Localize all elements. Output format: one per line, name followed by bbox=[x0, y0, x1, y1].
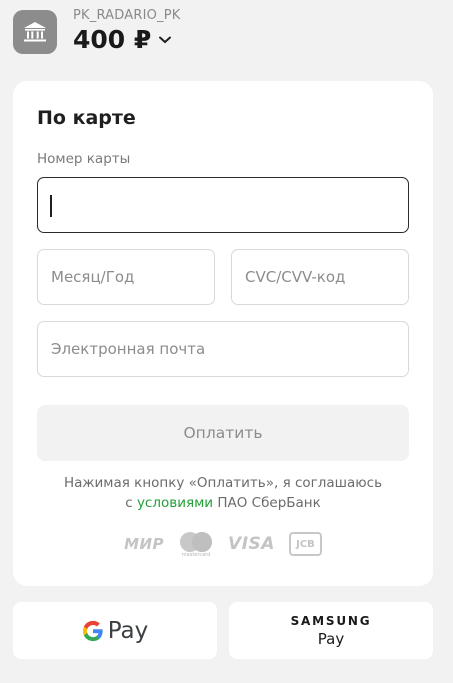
jcb-logo-icon: JCB bbox=[288, 532, 322, 556]
pay-button[interactable]: Оплатить bbox=[37, 405, 409, 461]
mastercard-logo-icon: mastercard bbox=[178, 531, 214, 558]
google-g-icon bbox=[82, 620, 104, 642]
terms-link[interactable]: условиями bbox=[137, 495, 213, 511]
expiry-input[interactable] bbox=[37, 249, 215, 305]
bank-icon bbox=[13, 10, 57, 54]
terms-suffix: ПАО СберБанк bbox=[217, 495, 321, 511]
amount-selector[interactable]: 400 ₽ bbox=[73, 25, 173, 54]
terms-line-1: Нажимая кнопку «Оплатить», я соглашаюсь bbox=[63, 475, 383, 491]
terms-line-2: с условиями ПАО СберБанк bbox=[37, 493, 409, 513]
form-title: По карте bbox=[37, 107, 136, 129]
samsung-brand-label: SAMSUNG bbox=[290, 613, 372, 628]
chevron-down-icon[interactable] bbox=[159, 33, 173, 47]
card-brands: МИР mastercard VISA JCB bbox=[13, 529, 433, 559]
card-payment-form: По карте Номер карты Оплатить Нажимая кн… bbox=[13, 81, 433, 586]
card-number-input[interactable] bbox=[37, 177, 409, 233]
merchant-header: PK_RADARIO_PK 400 ₽ bbox=[13, 8, 443, 58]
merchant-name: PK_RADARIO_PK bbox=[73, 8, 181, 23]
card-number-label: Номер карты bbox=[37, 151, 131, 167]
google-pay-label: Pay bbox=[107, 617, 149, 644]
cvc-input[interactable] bbox=[231, 249, 409, 305]
samsung-pay-button[interactable]: SAMSUNG Pay bbox=[229, 602, 433, 659]
payment-amount: 400 ₽ bbox=[73, 25, 152, 54]
email-input[interactable] bbox=[37, 321, 409, 377]
google-pay-button[interactable]: Pay bbox=[13, 602, 217, 659]
samsung-pay-label: Pay bbox=[317, 629, 345, 648]
terms-notice: Нажимая кнопку «Оплатить», я соглашаюсь … bbox=[37, 473, 409, 513]
mir-logo-icon: МИР bbox=[124, 535, 165, 553]
terms-prefix: с bbox=[125, 495, 133, 511]
visa-logo-icon: VISA bbox=[228, 534, 275, 554]
text-caret bbox=[50, 195, 52, 217]
